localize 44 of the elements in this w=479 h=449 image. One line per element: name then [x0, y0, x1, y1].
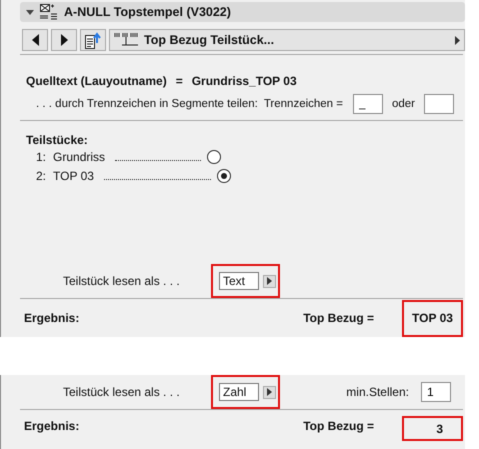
- separator-field[interactable]: [424, 94, 454, 114]
- next-button[interactable]: [51, 29, 77, 51]
- reference-label: Top Bezug =: [303, 311, 374, 325]
- segment-radio[interactable]: [216, 168, 231, 182]
- selector-dropdown[interactable]: Top Bezug Teilstück...: [109, 29, 465, 51]
- caret-icon: [267, 277, 272, 285]
- source-label: Quelltext (Lauyoutname): [26, 74, 167, 88]
- separator-label: Trennzeichen =: [264, 98, 343, 110]
- split-label: . . . durch Trennzeichen in Segmente teilen:: [36, 98, 258, 110]
- document-arrow-icon: [84, 32, 102, 48]
- read-as-dropdown[interactable]: Zahl: [219, 383, 259, 401]
- next-icon: [60, 34, 68, 46]
- result-value: 3: [402, 416, 463, 441]
- reference-label: Top Bezug =: [303, 418, 374, 432]
- min-digits-label: min.Stellen:: [346, 385, 409, 399]
- read-as-label: Teilstück lesen als . . .: [62, 274, 181, 288]
- source-value: Grundriss_TOP 03: [192, 74, 297, 88]
- stamp-icon: [40, 4, 58, 20]
- caret-icon: [455, 36, 460, 44]
- result-label: Ergebnis:: [23, 311, 80, 325]
- segment-radio[interactable]: [207, 150, 222, 164]
- separator-field[interactable]: _: [353, 94, 383, 114]
- equals-sign: =: [176, 74, 183, 88]
- previous-button[interactable]: [22, 29, 48, 51]
- read-as-dropdown[interactable]: Text: [219, 272, 259, 290]
- segment-index: 1:: [36, 150, 46, 164]
- result-label: Ergebnis:: [23, 418, 80, 432]
- result-value: TOP 03: [402, 300, 463, 336]
- or-label: oder: [392, 98, 416, 110]
- read-as-label: Teilstück lesen als . . .: [62, 385, 181, 399]
- segment-index: 2:: [36, 168, 46, 182]
- export-button[interactable]: [80, 29, 106, 51]
- segments-title: Teilstücke:: [25, 133, 89, 147]
- dropdown-arrow-button[interactable]: [263, 386, 276, 398]
- caret-icon: [267, 388, 272, 396]
- min-digits-field[interactable]: 1: [421, 382, 451, 402]
- dropdown-arrow-button[interactable]: [263, 274, 276, 288]
- previous-icon: [30, 34, 40, 46]
- barcode-icon: [114, 33, 140, 47]
- segment-name: Grundriss: [53, 150, 106, 164]
- collapse-icon[interactable]: [26, 10, 34, 14]
- panel-title: A-NULL Topstempel (V3022): [64, 5, 231, 19]
- segment-name: TOP 03: [53, 168, 94, 182]
- panel-header[interactable]: A-NULL Topstempel (V3022): [20, 2, 465, 22]
